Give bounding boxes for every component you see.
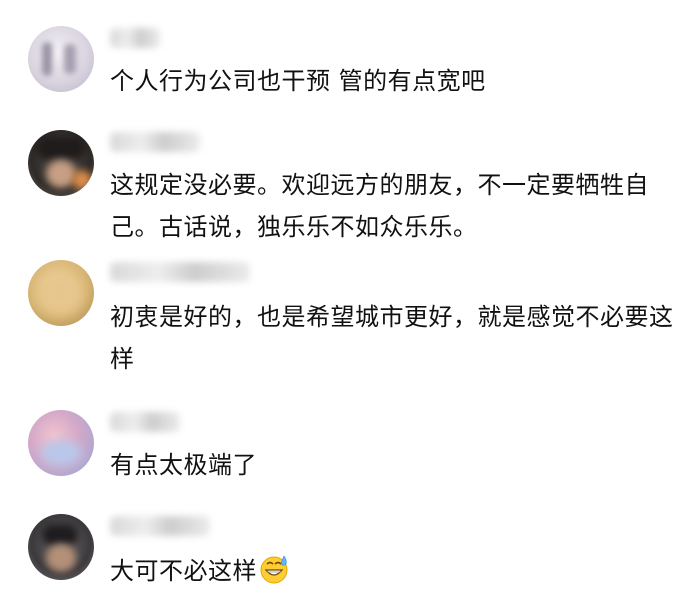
grinning-sweat-emoji-icon [260, 555, 288, 584]
comment-text: 这规定没必要。欢迎远方的朋友，不一定要牺牲自己。古话说，独乐乐不如众乐乐。 [110, 171, 649, 241]
comment-text: 初衷是好的，也是希望城市更好，就是感觉不必要这样 [110, 303, 674, 373]
avatar[interactable] [28, 26, 94, 92]
comment-text: 有点太极端了 [110, 451, 257, 479]
username-blurred [110, 516, 210, 536]
username-blurred [110, 262, 250, 282]
avatar[interactable] [28, 260, 94, 326]
avatar[interactable] [28, 410, 94, 476]
username-blurred [110, 412, 180, 432]
avatar[interactable] [28, 130, 94, 196]
username-blurred [110, 28, 160, 48]
avatar[interactable] [28, 514, 94, 580]
comment-text: 个人行为公司也干预 管的有点宽吧 [110, 67, 486, 95]
comment-text: 大可不必这样 [110, 550, 675, 592]
comment-text-content: 大可不必这样 [110, 557, 257, 585]
username-blurred [110, 132, 200, 152]
